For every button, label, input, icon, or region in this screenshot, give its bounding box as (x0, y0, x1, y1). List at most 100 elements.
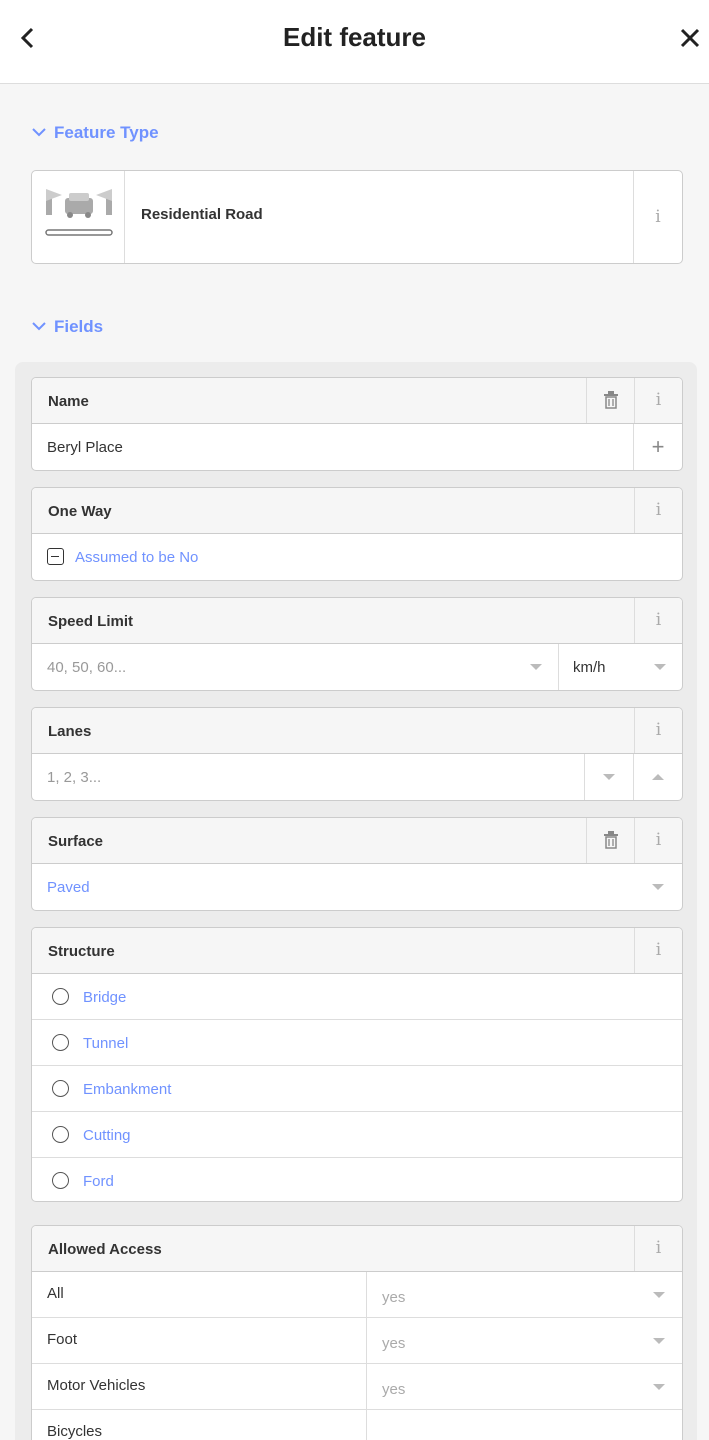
radio-label: Embankment (83, 1081, 172, 1098)
access-value: yes (382, 1289, 406, 1306)
field-oneway: One Way i Assumed to be No (31, 487, 683, 581)
field-structure: Structure i Bridge Tunnel Embankment Cut… (31, 927, 683, 1202)
info-button[interactable]: i (634, 708, 682, 753)
chevron-down-icon[interactable] (530, 664, 542, 670)
access-select[interactable]: yes (366, 1318, 682, 1364)
info-button[interactable]: i (634, 1226, 682, 1271)
preset-card[interactable]: Residential Road i (31, 170, 683, 264)
radio-icon[interactable] (52, 988, 69, 1005)
remove-button[interactable] (586, 378, 634, 423)
field-name: Name i Beryl Place + (31, 377, 683, 471)
structure-option-ford[interactable]: Ford (32, 1158, 682, 1201)
field-label: Surface i (32, 818, 682, 864)
close-button[interactable] (673, 16, 707, 60)
chevron-down-icon (653, 1292, 665, 1298)
page-title: Edit feature (282, 22, 427, 52)
access-select[interactable] (366, 1410, 682, 1440)
trash-icon (603, 391, 618, 409)
access-row-motor-vehicles: Motor Vehicles yes (32, 1364, 682, 1410)
lanes-row: 1, 2, 3... (32, 754, 682, 800)
indeterminate-checkbox-icon[interactable] (47, 548, 64, 565)
decrement-button[interactable] (584, 754, 633, 800)
field-label: Name i (32, 378, 682, 424)
access-select[interactable]: yes (366, 1364, 682, 1410)
access-row-all: All yes (32, 1272, 682, 1318)
radio-label: Ford (83, 1173, 114, 1190)
field-label: One Way i (32, 488, 682, 534)
structure-option-tunnel[interactable]: Tunnel (32, 1020, 682, 1066)
info-button[interactable]: i (634, 488, 682, 533)
fields-section-toggle[interactable]: Fields (32, 317, 103, 337)
access-row-bicycles: Bicycles (32, 1410, 682, 1440)
preset-info-button[interactable]: i (633, 171, 682, 263)
chevron-down-icon (653, 1338, 665, 1344)
speed-limit-row: 40, 50, 60... km/h (32, 644, 682, 690)
radio-label: Cutting (83, 1127, 131, 1144)
chevron-down-icon (652, 884, 664, 890)
info-button[interactable]: i (634, 818, 682, 863)
radio-icon[interactable] (52, 1080, 69, 1097)
chevron-down-icon (603, 774, 615, 780)
field-surface-label: Surface (48, 833, 104, 850)
fields-heading: Fields (54, 317, 104, 336)
field-label: Structure i (32, 928, 682, 974)
field-label: Lanes i (32, 708, 682, 754)
field-name-label: Name (48, 393, 89, 410)
access-value: yes (382, 1381, 406, 1398)
chevron-down-icon (32, 318, 46, 334)
chevron-down-icon (654, 664, 666, 670)
residential-road-icon (32, 171, 125, 263)
access-key: Motor Vehicles (47, 1377, 146, 1394)
header: Edit feature (0, 0, 709, 84)
chevron-down-icon (653, 1384, 665, 1390)
field-surface: Surface i Paved (31, 817, 683, 911)
field-access-label: Allowed Access (48, 1241, 162, 1258)
chevron-up-icon (652, 774, 664, 780)
increment-button[interactable] (633, 754, 682, 800)
info-button[interactable]: i (634, 378, 682, 423)
name-input[interactable]: Beryl Place (47, 439, 123, 456)
info-button[interactable]: i (634, 928, 682, 973)
feature-type-section-toggle[interactable]: Feature Type (32, 123, 159, 143)
field-speed-limit-label: Speed Limit (48, 613, 134, 630)
structure-option-bridge[interactable]: Bridge (32, 974, 682, 1020)
lanes-input[interactable]: 1, 2, 3... (47, 769, 101, 786)
feature-type-heading: Feature Type (54, 123, 159, 142)
oneway-value: Assumed to be No (75, 549, 199, 566)
radio-label: Bridge (83, 989, 127, 1006)
field-label: Speed Limit i (32, 598, 682, 644)
access-select[interactable]: yes (366, 1272, 682, 1318)
access-key: Foot (47, 1331, 78, 1348)
field-access: Allowed Access i All yes Foot yes Motor … (31, 1225, 683, 1440)
field-speed-limit: Speed Limit i 40, 50, 60... km/h (31, 597, 683, 691)
surface-select[interactable]: Paved (32, 864, 682, 910)
access-key: All (47, 1285, 64, 1302)
radio-icon[interactable] (52, 1126, 69, 1143)
structure-option-embankment[interactable]: Embankment (32, 1066, 682, 1112)
access-row-foot: Foot yes (32, 1318, 682, 1364)
field-structure-label: Structure (48, 943, 115, 960)
remove-button[interactable] (586, 818, 634, 863)
close-icon (680, 28, 700, 48)
access-value: yes (382, 1335, 406, 1352)
radio-label: Tunnel (83, 1035, 129, 1052)
add-localized-name-button[interactable]: + (633, 424, 682, 470)
chevron-down-icon (32, 124, 46, 140)
preset-label: Residential Road (141, 206, 263, 223)
trash-icon (603, 831, 618, 849)
field-oneway-label: One Way (48, 503, 112, 520)
speed-unit-value: km/h (573, 659, 606, 676)
oneway-check-row[interactable]: Assumed to be No (32, 534, 682, 580)
radio-icon[interactable] (52, 1034, 69, 1051)
name-input-row: Beryl Place + (32, 424, 682, 470)
field-label: Allowed Access i (32, 1226, 682, 1272)
info-button[interactable]: i (634, 598, 682, 643)
radio-icon[interactable] (52, 1172, 69, 1189)
field-lanes-label: Lanes (48, 723, 92, 740)
speed-unit-select[interactable]: km/h (558, 644, 682, 690)
surface-value: Paved (47, 879, 90, 896)
structure-option-cutting[interactable]: Cutting (32, 1112, 682, 1158)
speed-limit-input[interactable]: 40, 50, 60... (47, 659, 126, 676)
field-lanes: Lanes i 1, 2, 3... (31, 707, 683, 801)
access-key: Bicycles (47, 1423, 103, 1440)
